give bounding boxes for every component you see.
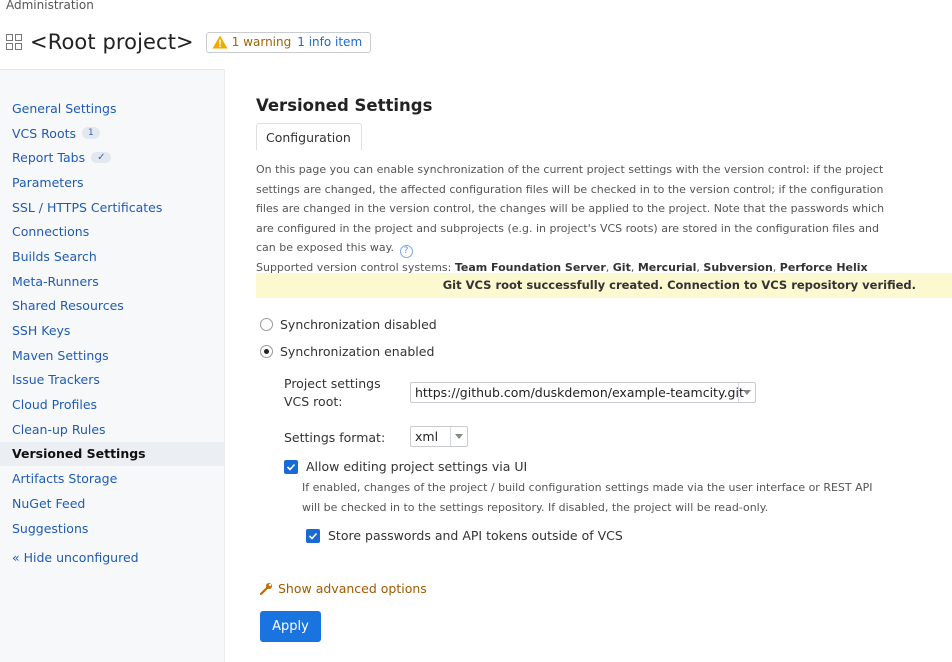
sync-disabled-label: Synchronization disabled [280,317,437,332]
sidebar-item-meta-runners[interactable]: Meta-Runners [0,269,224,294]
sidebar-item-versioned-settings[interactable]: Versioned Settings [0,441,224,467]
wrench-icon [260,583,272,595]
sidebar-item-general-settings[interactable]: General Settings [0,96,224,121]
sidebar-item-builds-search[interactable]: Builds Search [0,244,224,269]
page-header: <Root project> 1 warning 1 info item [6,28,372,56]
store-passwords-checkbox[interactable] [306,528,320,543]
sync-disabled-option[interactable]: Synchronization disabled [260,317,437,332]
hide-unconfigured-link[interactable]: « Hide unconfigured [12,550,139,565]
warning-icon [212,35,228,49]
check-icon [286,463,296,471]
sidebar-item-label: Issue Trackers [12,372,100,388]
sidebar-item-label: SSL / HTTPS Certificates [12,199,163,215]
sidebar-item-label: General Settings [12,100,117,116]
sidebar: General Settings VCS Roots 1 Report Tabs ✓ Pa… [0,69,225,662]
help-icon[interactable]: ? [399,245,413,258]
sync-enabled-radio[interactable] [260,345,273,358]
sidebar-item-label: Connections [12,224,90,240]
sidebar-item-label: Report Tabs [12,150,86,166]
sidebar-item-suggestions[interactable]: Suggestions [0,516,224,541]
sidebar-item-label: Artifacts Storage [12,471,118,487]
apply-button[interactable]: Apply [260,611,321,642]
sidebar-nav: General Settings VCS Roots 1 Report Tabs ✓ Pa… [0,70,224,540]
sidebar-item-label: SSH Keys [12,323,71,339]
check-icon [308,532,318,540]
sidebar-item-ssl-https-certificates[interactable]: SSL / HTTPS Certificates [0,195,224,220]
count-badge: 1 [82,127,100,140]
vcs-root-select[interactable]: https://github.com/duskdemon/example-tea… [410,382,756,403]
allow-edit-hint: If enabled, changes of the project / bui… [302,481,873,514]
sidebar-item-cloud-profiles[interactable]: Cloud Profiles [0,392,224,417]
sidebar-item-label: Shared Resources [12,298,124,314]
warning-count[interactable]: 1 warning [232,35,292,49]
sidebar-item-parameters[interactable]: Parameters [0,170,224,195]
sidebar-item-vcs-roots[interactable]: VCS Roots 1 [0,121,224,146]
sidebar-item-label: Meta-Runners [12,273,99,289]
tab-configuration[interactable]: Configuration [256,123,362,150]
allow-edit-checkbox[interactable] [284,459,298,474]
sync-disabled-radio[interactable] [260,318,273,331]
sidebar-item-label: Cloud Profiles [12,397,98,413]
description-text: On this page you can enable synchronizat… [256,163,885,254]
sidebar-item-report-tabs[interactable]: Report Tabs ✓ [0,145,224,170]
sidebar-item-connections[interactable]: Connections [0,219,224,244]
sidebar-item-label: VCS Roots [12,125,77,141]
store-passwords-option[interactable]: Store passwords and API tokens outside o… [306,528,623,543]
format-value: xml [415,429,439,444]
sync-enabled-option[interactable]: Synchronization enabled [260,344,434,359]
store-passwords-label: Store passwords and API tokens outside o… [328,528,623,543]
chevron-down-icon[interactable] [738,383,755,402]
section-title: Versioned Settings [256,96,433,115]
allow-edit-option[interactable]: Allow editing project settings via UI [284,459,527,474]
format-label: Settings format: [284,430,386,445]
success-notice: Git VCS root successfully created. Conne… [256,273,952,298]
sidebar-item-maven-settings[interactable]: Maven Settings [0,343,224,368]
sidebar-item-label: Builds Search [12,248,97,264]
sidebar-item-label: Suggestions [12,520,89,536]
vcs-root-value: https://github.com/duskdemon/example-tea… [415,385,744,400]
sidebar-item-ssh-keys[interactable]: SSH Keys [0,318,224,343]
page-title: <Root project> [30,30,194,54]
sidebar-item-label: Parameters [12,174,84,190]
format-select[interactable]: xml [410,426,468,447]
sidebar-item-label: Versioned Settings [12,446,146,462]
sidebar-item-nuget-feed[interactable]: NuGet Feed [0,491,224,516]
allow-edit-label: Allow editing project settings via UI [306,459,528,474]
project-grid-icon [6,34,22,50]
breadcrumb[interactable]: Administration [6,0,94,12]
check-icon: ✓ [91,152,112,164]
advanced-options-label: Show advanced options [278,581,427,596]
sync-enabled-label: Synchronization enabled [280,344,435,359]
sidebar-item-issue-trackers[interactable]: Issue Trackers [0,368,224,393]
sidebar-item-artifacts-storage[interactable]: Artifacts Storage [0,466,224,491]
chevron-down-icon[interactable] [450,427,467,446]
main-content: Versioned Settings Configuration On this… [256,96,952,642]
sidebar-item-label: Maven Settings [12,347,109,363]
advanced-options-link[interactable]: Show advanced options [260,581,427,596]
sidebar-item-label: NuGet Feed [12,495,86,511]
info-count[interactable]: 1 info item [297,35,362,49]
vcs-root-label: Project settings VCS root: [284,376,381,409]
sidebar-item-shared-resources[interactable]: Shared Resources [0,294,224,319]
sidebar-item-label: Clean-up Rules [12,421,106,437]
status-badge[interactable]: 1 warning 1 info item [205,31,372,53]
sidebar-item-clean-up-rules[interactable]: Clean-up Rules [0,417,224,442]
